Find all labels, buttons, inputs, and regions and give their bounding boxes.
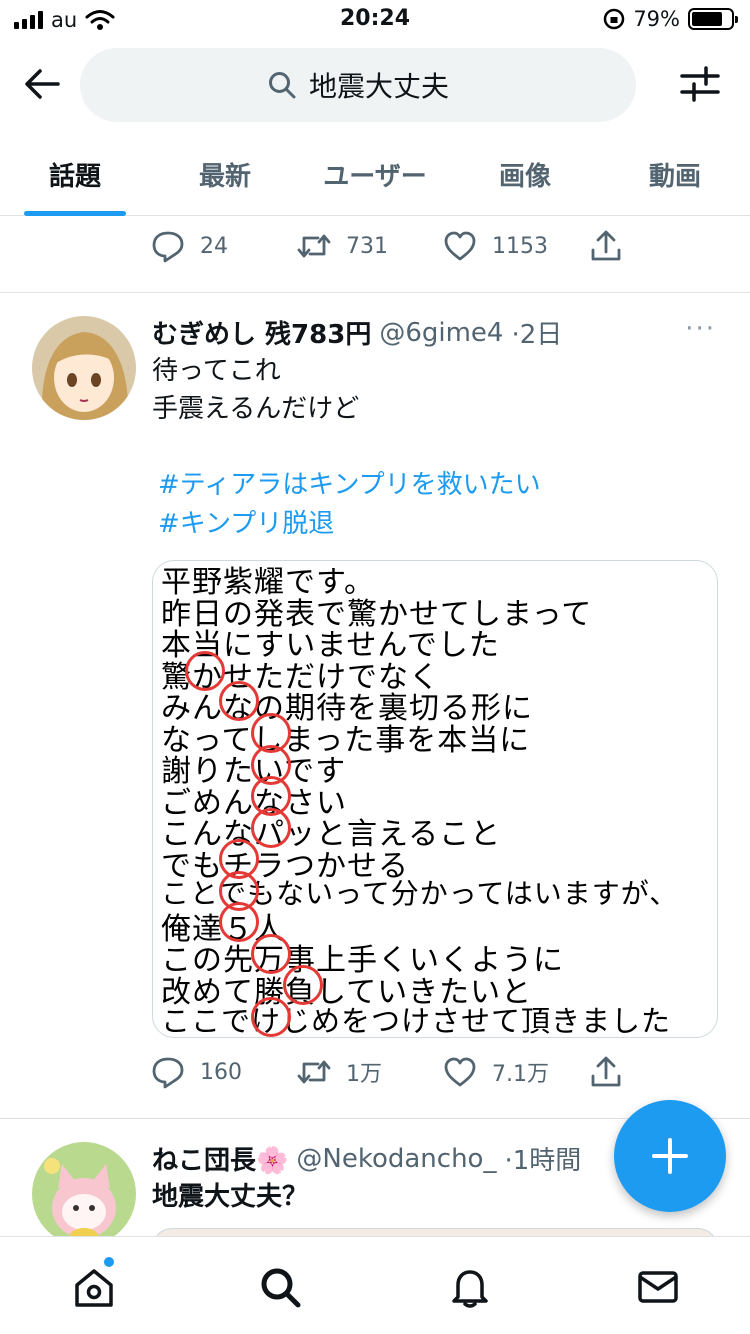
back-arrow-icon[interactable] [20,62,64,106]
tweet-text: 待ってこれ 手震えるんだけど [152,352,359,428]
share-icon [591,230,621,261]
search-icon [268,72,296,99]
compose-button[interactable] [614,1100,726,1212]
retweet-count: 1万 [346,1062,382,1087]
messages-envelope-icon[interactable] [636,1265,680,1309]
like-icon [444,1057,476,1087]
reply-icon [152,1057,184,1089]
hashtag-link[interactable]: #ティアラはキンプリを救いたい [158,466,541,505]
retweet-button[interactable]: 1万 [296,1054,442,1090]
tweet-line: 手震えるんだけど [152,394,360,424]
unread-dot [104,1257,114,1267]
retweet-button[interactable]: 731 [296,228,442,264]
retweet-count: 731 [346,233,388,259]
tweet-actions: 160 1万 7.1万 [150,1054,624,1090]
tweet-text: 地震大丈夫？ [152,1182,309,1212]
like-count: 7.1万 [492,1062,549,1087]
red-circle-mark [251,997,291,1037]
display-name[interactable]: ねこ団長🌸 [152,1140,288,1177]
tweet-image[interactable]: 平野紫耀です。 昨日の発表で驚かせてしまって 本当にすいませんでした 驚かせただ… [152,560,718,1038]
tweet-time: ·1時間 [504,1146,582,1176]
share-button[interactable] [588,1054,624,1090]
tab-images[interactable]: 画像 [450,140,600,215]
tweet-time: ·2日 [511,320,563,350]
search-input[interactable]: 地震大丈夫 [80,48,636,122]
tab-top[interactable]: 話題 [0,140,150,216]
red-circle-mark [251,808,291,848]
share-icon [591,1056,621,1087]
tab-videos[interactable]: 動画 [600,140,750,215]
red-circle-mark [185,651,225,691]
reply-count: 24 [200,233,228,259]
orientation-lock-icon [604,8,625,30]
share-button[interactable] [588,228,624,264]
red-circle-mark [219,902,259,942]
reply-count: 160 [200,1059,242,1085]
user-handle[interactable]: @6gime4 [379,318,503,348]
home-icon[interactable] [72,1265,116,1309]
bottom-nav [0,1236,750,1334]
search-header: 地震大丈夫 [0,44,750,128]
compose-plus-icon [652,1138,688,1174]
tweet-header: むぎめし 残783円 @6gime4 ·2日 [152,314,562,351]
battery-icon [688,8,738,30]
retweet-icon [297,234,331,258]
display-name[interactable]: むぎめし 残783円 [152,314,371,351]
tweet-header: ねこ団長🌸 @Nekodancho_ ·1時間 [152,1140,581,1177]
like-icon [444,231,476,261]
image-text-line: ここでけじめをつけさせて頂きました [161,1004,672,1038]
reply-button[interactable]: 160 [150,1054,296,1090]
like-count: 1153 [492,233,548,259]
search-query: 地震大丈夫 [308,70,449,103]
battery-percent: 79% [633,7,680,31]
user-handle[interactable]: @Nekodancho_ [296,1144,496,1174]
red-circle-mark [219,681,259,721]
reply-icon [152,231,184,263]
avatar[interactable] [32,1142,136,1246]
like-button[interactable]: 1153 [442,228,588,264]
notifications-bell-icon[interactable] [448,1265,492,1309]
status-right: 79% [603,7,738,31]
status-bar: au 20:24 79% [0,0,750,40]
filter-icon[interactable] [678,62,722,106]
hashtags: #ティアラはキンプリを救いたい #キンプリ脱退 [158,466,541,544]
like-button[interactable]: 7.1万 [442,1054,588,1090]
red-circle-mark [251,934,291,974]
hashtag-link[interactable]: #キンプリ脱退 [158,505,541,544]
search-tabs: 話題 最新 ユーザー 画像 動画 [0,140,750,216]
reply-button[interactable]: 24 [150,228,296,264]
tab-users[interactable]: ユーザー [300,140,450,215]
red-circle-mark [283,965,323,1005]
divider [0,292,750,293]
retweet-icon [297,1060,331,1084]
more-options-icon[interactable]: ··· [685,314,716,344]
prev-tweet-actions: 24 731 1153 [150,228,624,264]
tab-latest[interactable]: 最新 [150,140,300,215]
explore-search-icon[interactable] [258,1265,302,1309]
avatar[interactable] [32,316,136,420]
tweet-line: 待ってこれ [152,356,281,386]
